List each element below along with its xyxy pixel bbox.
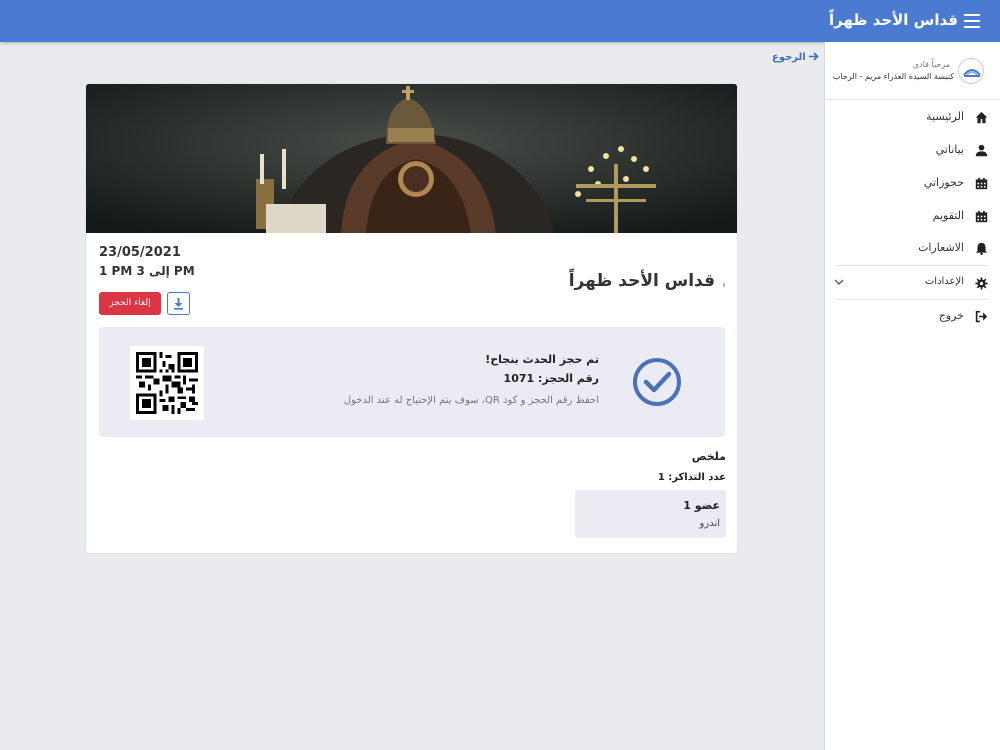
- bell-icon: [975, 242, 988, 255]
- sidebar-item-label: الرئيسية: [926, 110, 964, 123]
- event-time: 1 PM إلى 3 PM: [99, 264, 195, 278]
- calendar-icon: [975, 210, 988, 223]
- sidebar-item-label: الاشعارات: [918, 241, 964, 254]
- summary-heading: ملخص: [691, 450, 726, 463]
- event-card: 23/05/2021 1 PM إلى 3 PM قداس الأحد ظهرا…: [86, 84, 737, 553]
- sidebar-item-label: التقويم: [932, 209, 964, 222]
- user-icon: [975, 144, 988, 157]
- arrow-right-icon: [809, 52, 819, 61]
- sidebar: مرحباً فادي كنيسة السيدة العذراء مريم - …: [824, 42, 1000, 750]
- sidebar-item-bookings[interactable]: حجوزاتي: [824, 168, 1000, 198]
- sidebar-item-calendar[interactable]: التقويم: [824, 201, 1000, 231]
- calendar-icon: [975, 177, 988, 190]
- home-icon: [975, 111, 988, 124]
- download-icon: [174, 298, 183, 310]
- sidebar-item-notifications[interactable]: الاشعارات: [824, 233, 1000, 263]
- booking-confirmation-panel: تم حجز الحدث بنجاح! رقم الحجز: 1071 احفظ…: [99, 327, 725, 437]
- top-app-bar: قداس الأحد ظهراً: [0, 0, 1000, 42]
- sidebar-item-home[interactable]: الرئيسية: [824, 102, 1000, 132]
- sidebar-item-profile[interactable]: بياناتي: [824, 135, 1000, 165]
- confirmation-title: تم حجز الحدث بنجاح!: [485, 353, 599, 366]
- sidebar-item-settings[interactable]: الإعدادات: [824, 268, 1000, 298]
- sidebar-item-label: حجوزاتي: [923, 176, 964, 189]
- cancel-booking-button[interactable]: إلغاء الحجز: [99, 292, 161, 315]
- back-label: الرجوع: [772, 52, 806, 63]
- hamburger-menu-icon[interactable]: [964, 14, 980, 28]
- confirmation-note: احفظ رقم الحجز و كود QR، سوف يتم الإحتيا…: [343, 395, 599, 406]
- event-banner-image: [86, 84, 737, 233]
- church-logo: [958, 58, 984, 84]
- logout-icon: [975, 310, 988, 323]
- qr-code: [130, 346, 204, 420]
- sidebar-item-logout[interactable]: خروج: [824, 301, 1000, 331]
- booking-number: رقم الحجز: 1071: [503, 372, 599, 385]
- app-title: قداس الأحد ظهراً: [828, 11, 958, 29]
- event-title: قداس الأحد ظهراً: [568, 271, 715, 291]
- title-marker: [723, 283, 725, 287]
- church-name: كنيسة السيدة العذراء مريم - الرحاب: [832, 72, 954, 81]
- profile-header: مرحباً فادي كنيسة السيدة العذراء مريم - …: [824, 42, 1000, 100]
- check-circle-icon: [633, 358, 681, 406]
- sidebar-item-label: الإعدادات: [924, 276, 964, 287]
- nav-divider: [836, 265, 988, 266]
- event-date: 23/05/2021: [99, 245, 181, 260]
- sidebar-item-label: خروج: [938, 309, 964, 322]
- member-name: اندرو: [699, 518, 720, 529]
- member-card: عضو 1 اندرو: [575, 490, 726, 538]
- chevron-down-icon[interactable]: [834, 277, 844, 287]
- member-title: عضو 1: [683, 499, 720, 512]
- back-link[interactable]: الرجوع: [772, 52, 819, 63]
- nav-divider: [836, 299, 988, 300]
- download-button[interactable]: [167, 292, 190, 315]
- ticket-count: عدد التذاكر: 1: [657, 472, 726, 483]
- sidebar-item-label: بياناتي: [935, 143, 964, 156]
- gear-icon: [975, 277, 988, 290]
- greeting-text: مرحباً فادي: [912, 60, 950, 69]
